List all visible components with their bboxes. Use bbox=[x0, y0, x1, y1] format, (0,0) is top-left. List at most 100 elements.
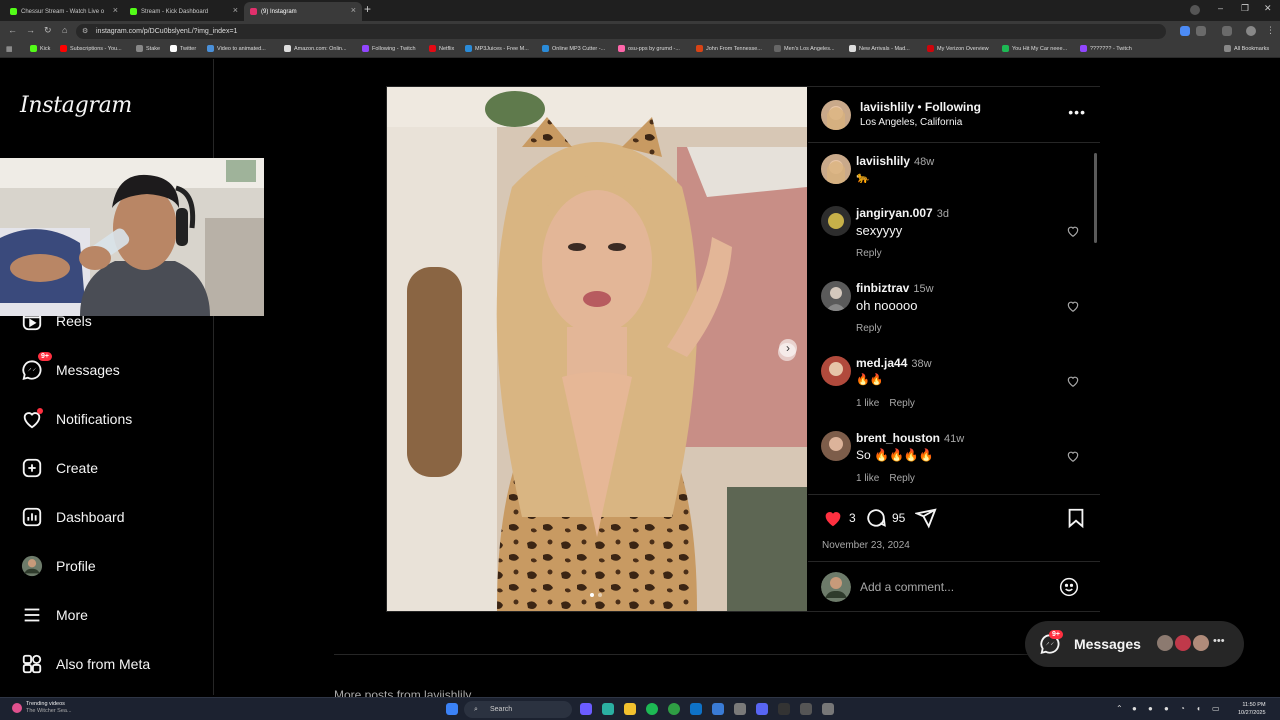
commenter-avatar[interactable] bbox=[821, 281, 851, 311]
commenter-avatar[interactable] bbox=[821, 356, 851, 386]
maximize-button[interactable]: ❐ bbox=[1241, 3, 1249, 14]
comment-likes[interactable]: 1 like bbox=[856, 398, 879, 409]
bookmark-twitch-2[interactable]: ??????? - Twitch bbox=[1080, 45, 1132, 52]
close-tab-icon[interactable]: × bbox=[351, 5, 356, 15]
emoji-icon[interactable] bbox=[1059, 577, 1079, 597]
bookmark-stake[interactable]: Stake bbox=[136, 45, 160, 52]
reply-button[interactable]: Reply bbox=[889, 398, 915, 409]
commenter-avatar[interactable] bbox=[821, 206, 851, 236]
sidebar-item-more[interactable]: More bbox=[20, 600, 88, 630]
messages-floating-button[interactable]: 9+ Messages ••• bbox=[1025, 621, 1244, 667]
taskbar-app-icon[interactable] bbox=[778, 703, 790, 715]
site-info-icon[interactable]: ⚙ bbox=[82, 24, 88, 39]
bookmark-twitch[interactable]: Following - Twitch bbox=[362, 45, 416, 52]
sidebar-icon[interactable] bbox=[1222, 26, 1232, 36]
tray-chevron-icon[interactable]: ⌃ bbox=[1116, 704, 1123, 713]
extensions-icon[interactable] bbox=[1196, 26, 1206, 36]
back-icon[interactable]: ← bbox=[8, 25, 17, 35]
comments-scrollbar[interactable] bbox=[1094, 147, 1099, 493]
bookmark-kick[interactable]: Kick bbox=[30, 45, 50, 52]
tray-icon[interactable]: ● bbox=[1132, 704, 1137, 713]
author-avatar[interactable] bbox=[821, 154, 851, 184]
file-explorer-icon[interactable] bbox=[624, 703, 636, 715]
profile-icon[interactable] bbox=[1190, 5, 1200, 15]
comment-username[interactable]: finbiztrav bbox=[856, 281, 909, 295]
bookmark-verizon[interactable]: My Verizon Overview bbox=[927, 45, 989, 52]
like-comment-icon[interactable] bbox=[1066, 374, 1080, 388]
bookmark-mp3juices[interactable]: MP3Juices - Free M... bbox=[465, 45, 529, 52]
taskbar-search[interactable]: ⌕ Search bbox=[464, 701, 572, 718]
sidebar-item-dashboard[interactable]: Dashboard bbox=[20, 502, 125, 532]
next-image-button[interactable]: › bbox=[779, 339, 797, 357]
copilot-icon[interactable] bbox=[580, 703, 592, 715]
post-date[interactable]: November 23, 2024 bbox=[822, 540, 910, 551]
widget-icon[interactable] bbox=[12, 703, 22, 713]
comment-input[interactable] bbox=[860, 578, 1050, 596]
new-tab-button[interactable]: + bbox=[364, 2, 371, 16]
commenter-avatar[interactable] bbox=[821, 431, 851, 461]
bookmark-netflix[interactable]: Netflix bbox=[429, 45, 454, 52]
reload-icon[interactable]: ↻ bbox=[44, 25, 52, 36]
network-icon[interactable]: ◔ bbox=[1180, 704, 1185, 713]
more-options-icon[interactable]: ••• bbox=[1068, 104, 1086, 120]
bookmark-john[interactable]: John From Tennesse... bbox=[696, 45, 762, 52]
volume-icon[interactable]: ◖ bbox=[1196, 704, 1201, 713]
comment-username[interactable]: jangiryan.007 bbox=[856, 206, 933, 220]
profile-avatar-icon[interactable] bbox=[1246, 26, 1256, 36]
like-comment-icon[interactable] bbox=[1066, 449, 1080, 463]
share-button[interactable] bbox=[915, 507, 937, 529]
browser-tab[interactable]: Stream - Kick Dashboard × bbox=[124, 2, 244, 21]
close-window-button[interactable]: ✕ bbox=[1264, 3, 1272, 14]
discord-icon[interactable] bbox=[756, 703, 768, 715]
comment-username[interactable]: med.ja44 bbox=[856, 356, 907, 370]
scrollbar-thumb[interactable] bbox=[1094, 153, 1097, 243]
comment-username[interactable]: laviishlily bbox=[856, 154, 910, 168]
author-avatar[interactable] bbox=[821, 100, 851, 130]
close-tab-icon[interactable]: × bbox=[113, 5, 118, 15]
bookmark-video[interactable]: Video to animated... bbox=[207, 45, 266, 52]
taskbar-app-icon[interactable] bbox=[800, 703, 812, 715]
battery-icon[interactable]: ▭ bbox=[1212, 704, 1220, 713]
sidebar-item-also-from-meta[interactable]: Also from Meta bbox=[20, 649, 150, 679]
bookmark-youtube[interactable]: Subscriptions - You... bbox=[60, 45, 122, 52]
following-button[interactable]: Following bbox=[925, 100, 981, 114]
home-icon[interactable]: ⌂ bbox=[62, 25, 67, 35]
tray-icon[interactable]: ● bbox=[1148, 704, 1153, 713]
sidebar-item-messages[interactable]: 9+ Messages bbox=[20, 352, 120, 385]
bookmark-mens[interactable]: Men's Los Angeles... bbox=[774, 45, 835, 52]
browser-tab-active[interactable]: (9) Instagram × bbox=[244, 2, 362, 21]
reply-button[interactable]: Reply bbox=[856, 248, 882, 259]
spotify-icon[interactable] bbox=[646, 703, 658, 715]
close-tab-icon[interactable]: × bbox=[233, 5, 238, 15]
minimize-button[interactable]: – bbox=[1218, 3, 1223, 13]
bookmark-twitter[interactable]: Twitter bbox=[170, 45, 196, 52]
extension-icon[interactable] bbox=[1180, 26, 1190, 36]
sidebar-item-profile[interactable]: Profile bbox=[20, 551, 96, 581]
bookmark-mp3cutter[interactable]: Online MP3 Cutter -... bbox=[542, 45, 605, 52]
apps-icon[interactable]: ▦ bbox=[6, 45, 13, 53]
taskbar-app-icon[interactable] bbox=[734, 703, 746, 715]
comment-likes[interactable]: 1 like bbox=[856, 473, 879, 484]
reply-button[interactable]: Reply bbox=[856, 323, 882, 334]
bookmark-youhit[interactable]: You Hit My Car neee... bbox=[1002, 45, 1067, 52]
comment-button[interactable]: 95 bbox=[865, 507, 905, 529]
taskbar-app-icon[interactable] bbox=[602, 703, 614, 715]
taskbar-app-icon[interactable] bbox=[712, 703, 724, 715]
like-comment-icon[interactable] bbox=[1066, 299, 1080, 313]
taskbar-widget[interactable]: Trending videos The Witcher Sea... bbox=[26, 701, 72, 715]
sidebar-item-notifications[interactable]: Notifications bbox=[20, 404, 132, 434]
tray-icon[interactable]: ● bbox=[1164, 704, 1169, 713]
instagram-logo[interactable]: Instagram bbox=[20, 93, 132, 118]
start-icon[interactable] bbox=[446, 703, 458, 715]
taskbar-app-icon[interactable] bbox=[690, 703, 702, 715]
post-location[interactable]: Los Angeles, California bbox=[860, 117, 962, 128]
bookmark-newarrivals[interactable]: New Arrivals - Mad... bbox=[849, 45, 910, 52]
address-bar[interactable]: ⚙ instagram.com/p/DCu0bslyenL/?img_index… bbox=[76, 24, 1166, 39]
sidebar-item-create[interactable]: Create bbox=[20, 453, 98, 483]
chrome-icon[interactable] bbox=[668, 703, 680, 715]
forward-icon[interactable]: → bbox=[26, 25, 35, 35]
like-button[interactable]: 3 bbox=[822, 507, 856, 529]
settings-icon[interactable] bbox=[822, 703, 834, 715]
all-bookmarks[interactable]: All Bookmarks bbox=[1224, 45, 1269, 52]
taskbar-clock[interactable]: 11:50 PM 10/27/2025 bbox=[1238, 701, 1266, 717]
